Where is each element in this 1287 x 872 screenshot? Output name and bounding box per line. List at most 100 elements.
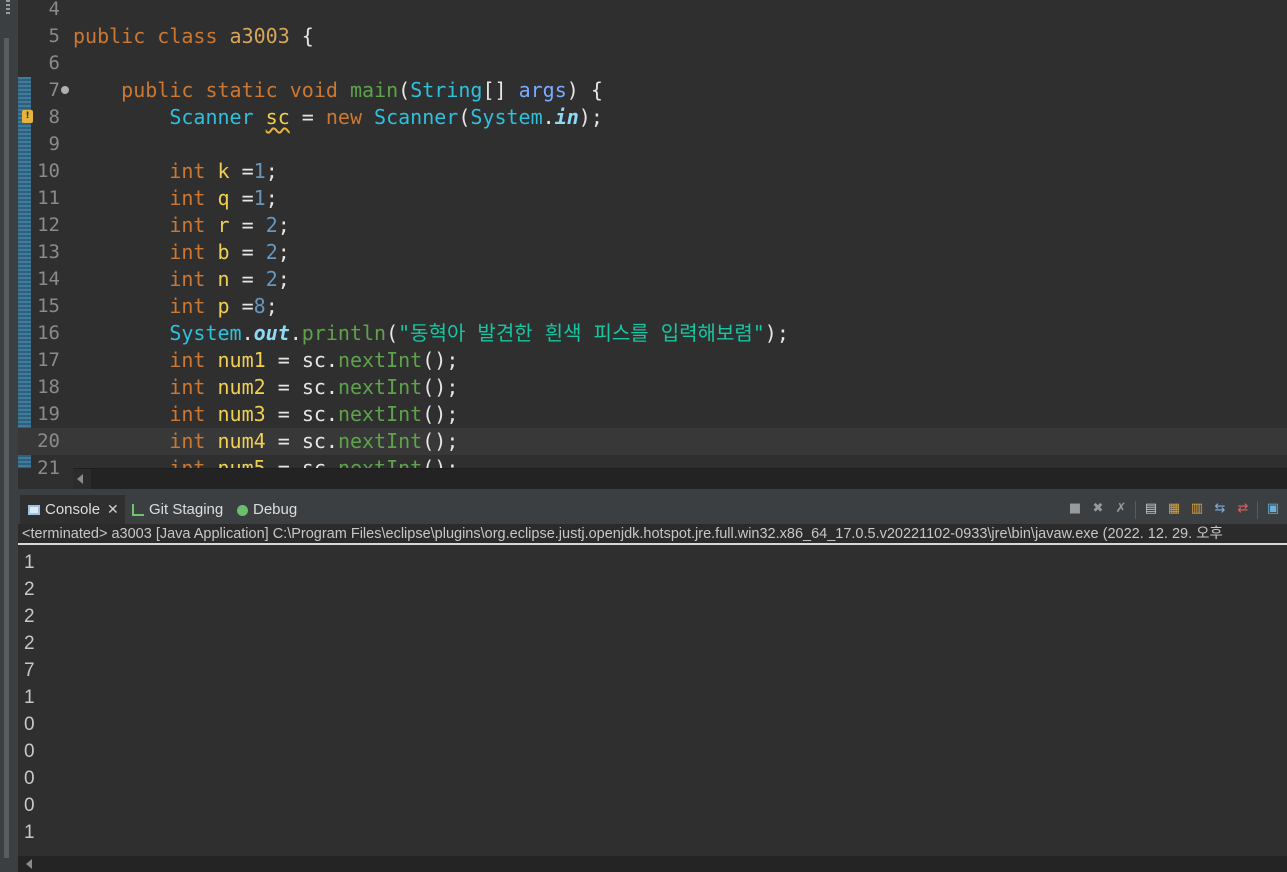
code-text[interactable]: public static void main(String[] args) { bbox=[73, 77, 603, 104]
line-number: 18 bbox=[37, 376, 60, 398]
code-line[interactable]: 6 bbox=[18, 50, 1287, 77]
pin-console-icon[interactable]: ⇄ bbox=[1233, 499, 1253, 519]
show-on-error-icon[interactable]: ⇆ bbox=[1210, 499, 1230, 519]
stop-icon[interactable]: ■ bbox=[1065, 499, 1085, 519]
code-token: Scanner bbox=[374, 105, 459, 129]
code-token: int bbox=[169, 375, 218, 399]
code-token: new bbox=[325, 105, 375, 129]
code-line[interactable]: 11 int q =1; bbox=[18, 185, 1287, 212]
show-on-output-icon[interactable]: ▥ bbox=[1187, 499, 1207, 519]
code-token: ( bbox=[386, 321, 399, 345]
tab-git-staging-label: Git Staging bbox=[149, 501, 224, 518]
code-token: nextInt bbox=[337, 429, 423, 453]
code-token: (); bbox=[422, 375, 459, 399]
code-line[interactable]: 5 public class a3003 { bbox=[18, 23, 1287, 50]
code-token: . bbox=[542, 105, 555, 129]
code-line[interactable]: 9 bbox=[18, 131, 1287, 158]
code-line[interactable]: 16 System.out.println("동혁아 발견한 흰색 피스를 입력… bbox=[18, 320, 1287, 347]
launch-info: <terminated> a3003 [Java Application] C:… bbox=[18, 524, 1287, 545]
display-console-icon[interactable]: ▣ bbox=[1263, 499, 1283, 519]
code-token: "동혁아 발견한 흰색 피스를 입력해보렴" bbox=[398, 321, 765, 345]
code-token: int bbox=[169, 294, 218, 318]
code-line[interactable]: 20 int num4 = sc.nextInt(); bbox=[18, 428, 1287, 455]
tab-console[interactable]: Console ✕ bbox=[20, 495, 125, 524]
code-text[interactable]: System.out.println("동혁아 발견한 흰색 피스를 입력해보렴… bbox=[73, 320, 789, 347]
tab-git-staging[interactable]: Git Staging bbox=[130, 495, 223, 524]
code-text[interactable]: int num4 = sc.nextInt(); bbox=[73, 428, 458, 455]
code-line[interactable]: 19 int num3 = sc.nextInt(); bbox=[18, 401, 1287, 428]
code-token: sc bbox=[265, 105, 290, 129]
code-token: class bbox=[157, 24, 230, 48]
sash-handle[interactable] bbox=[4, 38, 9, 858]
code-text[interactable]: int k =1; bbox=[73, 158, 277, 185]
line-number: 4 bbox=[48, 0, 60, 20]
remove-icon[interactable]: ✖ bbox=[1088, 499, 1108, 519]
console-output[interactable]: 1 2 2 2 7 1 0 0 0 0 1 bbox=[18, 547, 1287, 855]
code-text[interactable]: int r = 2; bbox=[73, 212, 289, 239]
code-line[interactable]: 14 int n = 2; bbox=[18, 266, 1287, 293]
code-text[interactable]: Scanner sc = new Scanner(System.in); bbox=[73, 104, 603, 131]
line-number: 10 bbox=[37, 160, 60, 182]
code-token: args bbox=[518, 78, 567, 102]
toolbar-separator bbox=[1135, 501, 1136, 519]
code-line[interactable]: 17 int num1 = sc.nextInt(); bbox=[18, 347, 1287, 374]
code-line[interactable]: 18 int num2 = sc.nextInt(); bbox=[18, 374, 1287, 401]
code-text[interactable]: public class a3003 { bbox=[73, 23, 314, 50]
code-token: static bbox=[205, 78, 290, 102]
code-text[interactable]: int b = 2; bbox=[73, 239, 289, 266]
code-token: nextInt bbox=[337, 375, 423, 399]
code-token: int bbox=[169, 429, 218, 453]
code-line[interactable]: 7 public static void main(String[] args)… bbox=[18, 77, 1287, 104]
output-line: 0 bbox=[24, 741, 35, 762]
fold-toggle-icon[interactable] bbox=[61, 86, 69, 94]
code-text[interactable]: int p =8; bbox=[73, 293, 278, 320]
code-token: ( bbox=[458, 105, 471, 129]
code-text[interactable]: int n = 2; bbox=[73, 266, 289, 293]
code-line[interactable]: 13 int b = 2; bbox=[18, 239, 1287, 266]
code-token: 2 bbox=[265, 213, 278, 237]
code-text[interactable]: int num1 = sc.nextInt(); bbox=[73, 347, 458, 374]
code-token: println bbox=[301, 321, 387, 345]
code-token: Scanner bbox=[169, 105, 266, 129]
code-token: int bbox=[169, 348, 218, 372]
code-text[interactable]: int q =1; bbox=[73, 185, 277, 212]
code-line[interactable]: 8! Scanner sc = new Scanner(System.in); bbox=[18, 104, 1287, 131]
remove-all-icon[interactable]: ✗ bbox=[1111, 499, 1131, 519]
line-number: 19 bbox=[37, 403, 60, 425]
line-number: 5 bbox=[48, 25, 60, 47]
code-line[interactable]: 12 int r = 2; bbox=[18, 212, 1287, 239]
scroll-lock-icon[interactable]: ▤ bbox=[1141, 499, 1161, 519]
code-text[interactable]: int num2 = sc.nextInt(); bbox=[73, 374, 458, 401]
code-line[interactable]: 15 int p =8; bbox=[18, 293, 1287, 320]
warning-icon[interactable]: ! bbox=[22, 110, 33, 123]
word-wrap-icon[interactable]: ▦ bbox=[1164, 499, 1184, 519]
scroll-left-icon[interactable] bbox=[77, 474, 83, 484]
code-token: = bbox=[241, 159, 254, 183]
tab-debug[interactable]: Debug bbox=[237, 495, 297, 524]
close-icon[interactable]: ✕ bbox=[107, 501, 119, 517]
output-line: 2 bbox=[24, 633, 35, 654]
code-line[interactable]: 4 bbox=[18, 0, 1287, 23]
code-token: . bbox=[241, 321, 254, 345]
scroll-left-icon[interactable] bbox=[26, 859, 32, 869]
left-trim-strip bbox=[0, 0, 18, 872]
code-token: = bbox=[277, 402, 302, 426]
code-token: void bbox=[289, 78, 350, 102]
code-token: num1 bbox=[217, 348, 278, 372]
code-token: num4 bbox=[217, 429, 278, 453]
scrollbar-thumb[interactable] bbox=[91, 469, 1287, 489]
code-line[interactable]: 10 int k =1; bbox=[18, 158, 1287, 185]
line-number: 21 bbox=[37, 457, 60, 479]
code-token: ; bbox=[265, 294, 278, 318]
code-token: int bbox=[169, 240, 218, 264]
toolbar-grip-icon[interactable] bbox=[6, 0, 10, 14]
editor-horizontal-scrollbar[interactable] bbox=[73, 468, 1287, 489]
code-text[interactable]: int num3 = sc.nextInt(); bbox=[73, 401, 458, 428]
console-horizontal-scrollbar[interactable] bbox=[18, 856, 1287, 872]
java-editor[interactable]: 4 5 public class a3003 {6 7 public static v… bbox=[18, 0, 1287, 489]
